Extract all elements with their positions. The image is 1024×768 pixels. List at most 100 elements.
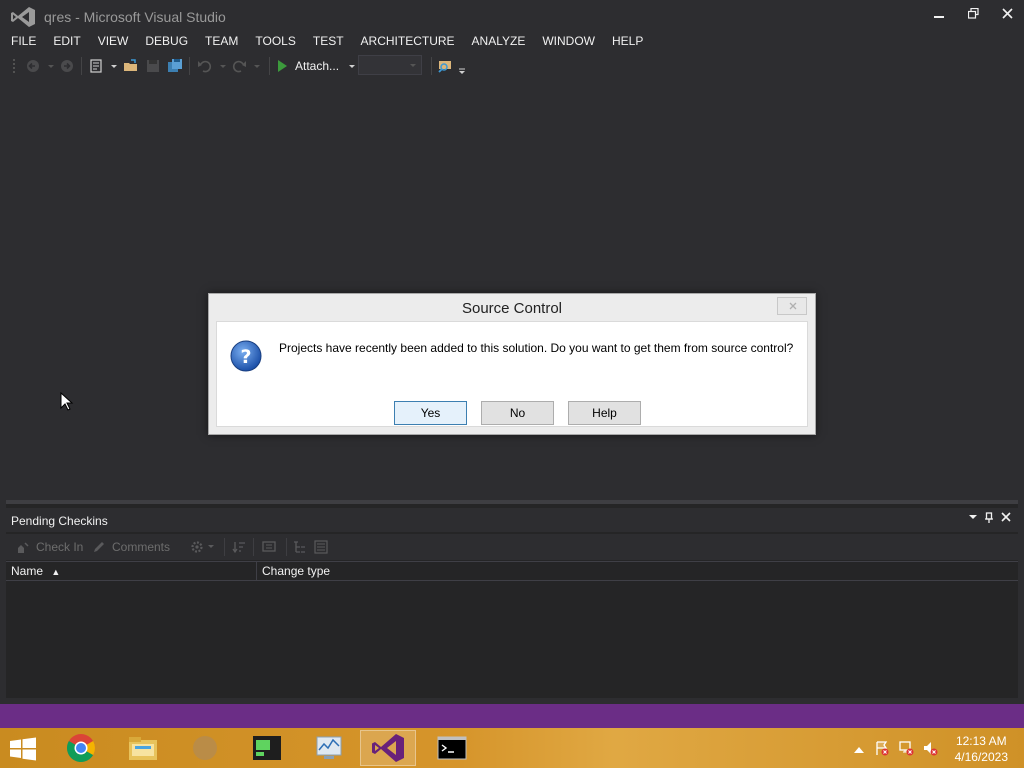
toolbar-separator [189, 57, 190, 75]
check-in-icon [18, 542, 29, 553]
view-options-icon[interactable] [262, 540, 278, 554]
close-icon [789, 302, 797, 310]
mouse-cursor-icon [60, 392, 74, 411]
menu-edit[interactable]: EDIT [46, 31, 87, 51]
menu-view[interactable]: VIEW [91, 31, 136, 51]
title-bar: qres - Microsoft Visual Studio [0, 0, 1024, 32]
network-icon[interactable] [898, 740, 914, 756]
taskbar-terminal-green[interactable] [239, 730, 295, 766]
desktop-strip [0, 704, 1024, 728]
column-header-change-type[interactable]: Change type [257, 562, 657, 581]
dropdown-arrow-icon [349, 65, 356, 68]
panel-header: Pending Checkins [6, 508, 1018, 532]
redo-icon[interactable] [230, 57, 248, 75]
tree-view-icon[interactable] [292, 540, 306, 554]
menu-help[interactable]: HELP [605, 31, 650, 51]
column-header-name[interactable]: Name ▲ [6, 562, 256, 581]
clock-date: 4/16/2023 [954, 750, 1008, 764]
toolbar-grip[interactable] [12, 58, 16, 74]
no-button[interactable]: No [481, 401, 554, 425]
windows-logo-icon [10, 737, 36, 761]
start-button[interactable] [8, 737, 38, 761]
toolbar-separator [431, 57, 432, 75]
minimize-icon [934, 16, 944, 18]
find-in-files-icon[interactable] [437, 57, 455, 75]
pending-checkins-panel: Pending Checkins Check In Comments Name … [6, 500, 1018, 698]
check-in-label: Check In [36, 540, 84, 554]
save-all-icon[interactable] [166, 57, 184, 75]
gear-icon[interactable] [190, 540, 204, 554]
terminal-green-icon [253, 736, 281, 760]
menu-window[interactable]: WINDOW [535, 31, 602, 51]
yes-button[interactable]: Yes [394, 401, 467, 425]
toolbar-options-icon[interactable] [456, 57, 474, 75]
dialog-body: ? Projects have recently been added to t… [216, 321, 808, 427]
attach-button[interactable]: Attach... [278, 57, 357, 75]
app-icon [193, 736, 217, 760]
taskbar-resource-monitor[interactable] [301, 730, 357, 766]
check-in-button[interactable]: Check In [16, 540, 83, 554]
dialog-message: Projects have recently been added to thi… [279, 341, 794, 355]
pin-button[interactable] [982, 512, 996, 526]
navigate-back-icon[interactable] [24, 57, 42, 75]
restore-button[interactable] [958, 4, 988, 26]
panel-title: Pending Checkins [11, 514, 108, 528]
close-icon [1001, 512, 1011, 522]
dialog-close-button[interactable] [777, 297, 807, 315]
undo-icon[interactable] [196, 57, 214, 75]
show-hidden-icons-chevron-up-icon[interactable] [851, 742, 867, 758]
open-file-icon[interactable] [122, 57, 140, 75]
sort-icon[interactable] [232, 540, 246, 554]
solution-configuration-combo[interactable] [358, 55, 422, 75]
standard-toolbar: Attach... [0, 54, 1024, 78]
menu-architecture[interactable]: ARCHITECTURE [354, 31, 462, 51]
new-project-icon[interactable] [88, 57, 106, 75]
dialog-title: Source Control [461, 300, 563, 317]
volume-muted-icon[interactable] [922, 740, 938, 756]
toolbar-separator [269, 57, 270, 75]
toolbar-separator [286, 538, 287, 556]
file-explorer-icon [129, 737, 157, 760]
menu-bar: FILE EDIT VIEW DEBUG TEAM TOOLS TEST ARC… [0, 30, 1024, 52]
dropdown-arrow-icon [410, 64, 416, 67]
minimize-button[interactable] [924, 4, 954, 26]
pencil-icon [94, 542, 104, 552]
taskbar-cmd[interactable] [424, 730, 480, 766]
toolbar-separator [224, 538, 225, 556]
panel-close-button[interactable] [999, 512, 1013, 526]
menu-analyze[interactable]: ANALYZE [465, 31, 533, 51]
restore-icon [967, 7, 979, 19]
navigate-forward-icon[interactable] [58, 57, 76, 75]
panel-menu-button[interactable] [966, 512, 980, 526]
save-icon[interactable] [144, 57, 162, 75]
chrome-icon [67, 734, 95, 762]
close-icon [1001, 8, 1013, 19]
comments-button[interactable]: Comments [92, 540, 170, 554]
menu-tools[interactable]: TOOLS [248, 31, 302, 51]
help-button[interactable]: Help [568, 401, 641, 425]
menu-team[interactable]: TEAM [198, 31, 245, 51]
menu-file[interactable]: FILE [4, 31, 43, 51]
visual-studio-logo-icon [11, 7, 35, 27]
cmd-icon [437, 736, 467, 760]
comments-label: Comments [112, 540, 171, 554]
taskbar-chrome[interactable] [53, 730, 109, 766]
resource-monitor-icon [316, 736, 342, 759]
list-view-icon[interactable] [314, 540, 328, 554]
pin-icon [985, 512, 993, 523]
panel-toolbar: Check In Comments [6, 534, 1018, 560]
taskbar-visual-studio[interactable] [360, 730, 416, 766]
action-center-flag-icon[interactable] [874, 740, 890, 756]
taskbar-file-explorer[interactable] [115, 730, 171, 766]
close-window-button[interactable] [992, 4, 1022, 26]
sort-ascending-icon: ▲ [51, 567, 61, 577]
menu-debug[interactable]: DEBUG [138, 31, 195, 51]
question-icon: ? [230, 340, 262, 372]
taskbar-app[interactable] [177, 730, 233, 766]
column-label: Name [11, 564, 44, 578]
system-clock[interactable]: 12:13 AM 4/16/2023 [955, 733, 1008, 765]
play-icon [278, 60, 287, 72]
dropdown-arrow-icon[interactable] [248, 57, 266, 75]
menu-test[interactable]: TEST [306, 31, 351, 51]
dropdown-arrow-icon[interactable] [207, 543, 215, 551]
